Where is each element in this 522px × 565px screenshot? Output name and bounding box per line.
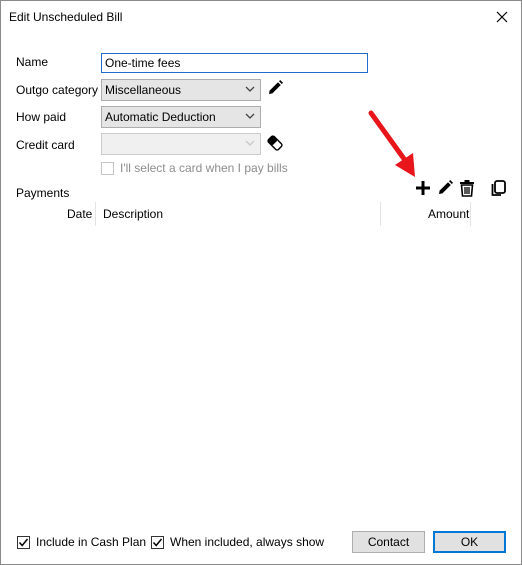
select-card-later-label: I'll select a card when I pay bills — [120, 161, 288, 175]
include-cash-plan-label: Include in Cash Plan — [36, 535, 147, 549]
always-show-checkbox[interactable] — [151, 535, 164, 549]
how-paid-label: How paid — [16, 110, 67, 124]
title-bar: Edit Unscheduled Bill — [1, 1, 521, 33]
close-icon — [496, 11, 508, 23]
close-button[interactable] — [491, 7, 513, 27]
contact-button[interactable]: Contact — [352, 531, 425, 553]
column-header-date[interactable]: Date — [67, 207, 92, 221]
checkmark-icon — [152, 538, 163, 547]
how-paid-select[interactable]: Automatic Deduction — [101, 106, 261, 128]
eraser-icon[interactable] — [266, 134, 284, 152]
chevron-down-icon — [245, 86, 255, 92]
checkmark-icon — [18, 538, 29, 547]
credit-card-select[interactable] — [101, 133, 261, 155]
include-cash-plan-checkbox[interactable] — [17, 535, 30, 549]
edit-payment-pencil-icon[interactable] — [436, 179, 454, 197]
credit-card-label: Credit card — [16, 138, 75, 152]
name-field[interactable] — [101, 53, 368, 73]
outgo-category-select[interactable]: Miscellaneous — [101, 79, 261, 101]
chevron-down-icon — [245, 113, 255, 119]
payments-grid-header: Date Description Amount — [17, 202, 497, 226]
window-title: Edit Unscheduled Bill — [9, 10, 123, 24]
name-label: Name — [16, 55, 49, 69]
column-header-amount[interactable]: Amount — [428, 207, 469, 221]
select-card-later-checkbox[interactable] — [101, 161, 114, 175]
edit-category-pencil-icon[interactable] — [266, 79, 284, 97]
column-separator[interactable] — [95, 202, 96, 226]
payments-label: Payments — [16, 186, 70, 200]
how-paid-value: Automatic Deduction — [105, 110, 216, 124]
copy-payment-icon[interactable] — [489, 179, 507, 197]
column-separator[interactable] — [470, 202, 471, 226]
outgo-category-value: Miscellaneous — [105, 83, 182, 97]
column-header-description[interactable]: Description — [103, 207, 163, 221]
column-separator[interactable] — [380, 202, 381, 226]
edit-unscheduled-bill-dialog: Edit Unscheduled Bill Name Outgo categor… — [0, 0, 522, 565]
include-cash-plan-row[interactable]: Include in Cash Plan — [17, 535, 146, 549]
outgo-category-label: Outgo category — [16, 83, 99, 97]
chevron-down-icon — [245, 140, 255, 146]
select-card-later-checkbox-row[interactable]: I'll select a card when I pay bills — [101, 161, 288, 175]
always-show-row[interactable]: When included, always show — [151, 535, 324, 549]
red-arrow-icon — [368, 110, 415, 177]
ok-button[interactable]: OK — [433, 531, 506, 553]
payments-list[interactable] — [17, 227, 505, 522]
always-show-label: When included, always show — [170, 535, 325, 549]
add-payment-plus-icon[interactable] — [414, 179, 432, 197]
delete-payment-trash-icon[interactable] — [458, 179, 476, 197]
